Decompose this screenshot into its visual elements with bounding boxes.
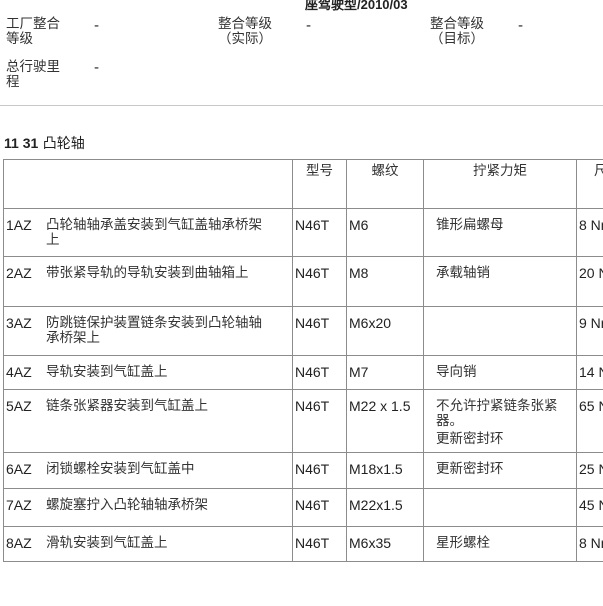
row-value: 45 Nm <box>576 488 603 527</box>
row-id: 7AZ <box>6 497 32 513</box>
header-size: 尺寸 <box>576 159 603 209</box>
row-value: 25 Nm <box>576 452 603 489</box>
row-value: 14 Nm <box>576 355 603 390</box>
row-note-cell: 不允许拧紧链条张紧器。更新密封环 <box>423 389 577 453</box>
row-note-cell: 导向销 <box>423 355 577 390</box>
row-thread: M18x1.5 <box>346 452 424 489</box>
row-note-cell: 星形螺栓 <box>423 526 577 562</box>
row-note-cell: 承载轴销 <box>423 256 577 307</box>
table-header-row: 型号 螺纹 拧紧力矩 尺寸 <box>3 159 603 209</box>
row-thread: M6x35 <box>346 526 424 562</box>
divider <box>0 105 603 106</box>
row-note: 更新密封环 <box>436 461 504 477</box>
table-row: 8AZ 滑轨安装到气缸盖上 N46TM6x35 星形螺栓 8 Nm <box>3 526 603 562</box>
table-row: 6AZ 闭锁螺栓安装到气缸盖中 N46TM18x1.5 更新密封环 25 Nm <box>3 452 603 489</box>
actual-level-label: 整合等级 （实际） <box>218 16 272 47</box>
row-description: 防跳链保护装置链条安装到凸轮轴轴承桥架上 <box>46 315 262 346</box>
row-thread: M8 <box>346 256 424 307</box>
row-position-cell: 6AZ 闭锁螺栓安装到气缸盖中 <box>3 452 293 489</box>
header-cut-text: 座驾驶型/2010/03 <box>305 0 408 12</box>
row-position-cell: 2AZ 带张紧导轨的导轨安装到曲轴箱上 <box>3 256 293 307</box>
row-description: 螺旋塞拧入凸轮轴轴承桥架 <box>46 497 208 513</box>
table-row: 2AZ 带张紧导轨的导轨安装到曲轴箱上 N46TM8 承载轴销 20 Nm <box>3 256 603 307</box>
header-type: 型号 <box>292 159 347 209</box>
table-row: 4AZ 导轨安装到气缸盖上 N46TM7 导向销 14 Nm <box>3 355 603 390</box>
row-position-cell: 4AZ 导轨安装到气缸盖上 <box>3 355 293 390</box>
row-value: 9 Nm <box>576 306 603 356</box>
row-id: 4AZ <box>6 364 32 380</box>
section-number: 11 31 <box>4 135 39 151</box>
header-tightening: 拧紧力矩 <box>423 159 577 209</box>
row-id: 2AZ <box>6 265 32 281</box>
row-value: 65 Nm <box>576 389 603 453</box>
row-thread: M7 <box>346 355 424 390</box>
row-position-cell: 1AZ 凸轮轴轴承盖安装到气缸盖轴承桥架上 <box>3 208 293 257</box>
row-thread: M6 <box>346 208 424 257</box>
row-note: 不允许拧紧链条张紧器。 <box>436 398 558 429</box>
row-note-cell: 锥形扁螺母 <box>423 208 577 257</box>
row-position-cell: 3AZ 防跳链保护装置链条安装到凸轮轴轴承桥架上 <box>3 306 293 356</box>
row-position-cell: 8AZ 滑轨安装到气缸盖上 <box>3 526 293 562</box>
target-level-value: - <box>518 18 524 34</box>
row-type: N46T <box>292 355 347 390</box>
row-thread: M6x20 <box>346 306 424 356</box>
mileage-value: - <box>94 60 100 76</box>
table-row: 1AZ 凸轮轴轴承盖安装到气缸盖轴承桥架上 N46TM6 锥形扁螺母 8 Nm <box>3 208 603 257</box>
row-note-secondary: 更新密封环 <box>436 431 504 447</box>
target-level-label: 整合等级 （目标） <box>430 16 484 47</box>
row-type: N46T <box>292 488 347 527</box>
table-row: 3AZ 防跳链保护装置链条安装到凸轮轴轴承桥架上 N46TM6x20 9 Nm <box>3 306 603 356</box>
row-description: 带张紧导轨的导轨安装到曲轴箱上 <box>46 265 249 281</box>
header-thread: 螺纹 <box>346 159 424 209</box>
row-note: 锥形扁螺母 <box>436 217 504 233</box>
row-thread: M22 x 1.5 <box>346 389 424 453</box>
row-description: 闭锁螺栓安装到气缸盖中 <box>46 461 195 477</box>
row-value: 8 Nm <box>576 526 603 562</box>
row-type: N46T <box>292 256 347 307</box>
row-type: N46T <box>292 452 347 489</box>
row-position-cell: 7AZ 螺旋塞拧入凸轮轴轴承桥架 <box>3 488 293 527</box>
row-description: 凸轮轴轴承盖安装到气缸盖轴承桥架上 <box>46 217 262 248</box>
row-description: 导轨安装到气缸盖上 <box>46 364 168 380</box>
section-title: 11 31 凸轮轴 <box>4 133 85 153</box>
table-row: 5AZ 链条张紧器安装到气缸盖上 N46T M22 x 1.5 不允许拧紧链条张紧器。更… <box>3 389 603 453</box>
torque-table: 型号 螺纹 拧紧力矩 尺寸 1AZ凸轮轴轴承盖安装到气缸盖轴承桥架上N46TM6… <box>3 159 603 562</box>
row-note: 承载轴销 <box>436 265 490 281</box>
row-type: N46T <box>292 306 347 356</box>
mileage-label: 总行驶里 程 <box>6 59 60 90</box>
row-value: 8 Nm <box>576 208 603 257</box>
row-note-cell <box>423 306 577 356</box>
header-pos <box>3 159 293 209</box>
row-note-cell: 更新密封环 <box>423 452 577 489</box>
row-type: N46T <box>292 208 347 257</box>
row-position-cell: 5AZ 链条张紧器安装到气缸盖上 <box>3 389 293 453</box>
row-id: 3AZ <box>6 315 32 331</box>
table-row: 7AZ 螺旋塞拧入凸轮轴轴承桥架 N46TM22x1.5 45 Nm <box>3 488 603 527</box>
factory-level-value: - <box>94 18 100 34</box>
row-note-cell <box>423 488 577 527</box>
row-type: N46T <box>292 526 347 562</box>
factory-level-label: 工厂整合 等级 <box>6 16 60 47</box>
row-note: 星形螺栓 <box>436 535 490 551</box>
row-type: N46T <box>292 389 347 453</box>
row-id: 1AZ <box>6 217 32 233</box>
row-id: 6AZ <box>6 461 32 477</box>
row-id: 5AZ <box>6 398 32 414</box>
section-name: 凸轮轴 <box>42 136 85 152</box>
row-description: 链条张紧器安装到气缸盖上 <box>46 398 208 414</box>
row-id: 8AZ <box>6 535 32 551</box>
row-note: 导向销 <box>436 364 477 380</box>
row-description: 滑轨安装到气缸盖上 <box>46 535 168 551</box>
row-value: 20 Nm <box>576 256 603 307</box>
row-thread: M22x1.5 <box>346 488 424 527</box>
actual-level-value: - <box>306 18 312 34</box>
